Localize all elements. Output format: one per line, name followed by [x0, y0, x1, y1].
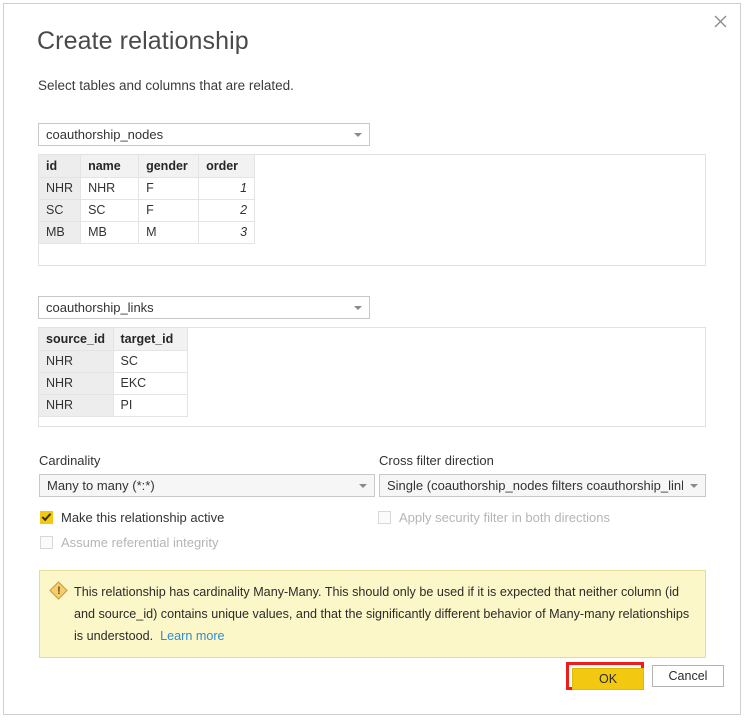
table-select-related[interactable]: coauthorship_links — [38, 296, 370, 319]
table-cell: 3 — [198, 221, 256, 244]
ok-button-highlight: OK — [566, 662, 644, 690]
table-cell: NHR — [39, 177, 82, 200]
column-header-target_id[interactable]: target_id — [113, 328, 188, 351]
close-icon[interactable] — [700, 4, 740, 38]
cardinality-value: Many to many (*:*) — [47, 478, 155, 493]
cross-filter-value: Single (coauthorship_nodes filters coaut… — [387, 478, 683, 493]
table-row: NHR SC — [39, 350, 188, 373]
table-row: MB MB M 3 — [39, 221, 256, 244]
chevron-down-icon — [347, 305, 369, 310]
table-cell: F — [138, 177, 200, 200]
column-header-source_id[interactable]: source_id — [39, 328, 114, 351]
warning-icon: ! — [49, 581, 68, 600]
warning-text-block: This relationship has cardinality Many-M… — [74, 581, 693, 647]
table-row: NHR PI — [39, 394, 188, 417]
table-cell: F — [138, 199, 200, 222]
chevron-down-icon — [347, 132, 369, 137]
dialog-subtitle: Select tables and columns that are relat… — [38, 78, 294, 93]
table-select-primary-value: coauthorship_nodes — [46, 127, 164, 142]
warning-bang: ! — [57, 584, 61, 597]
table-cell: NHR — [39, 350, 114, 373]
table-row: NHR EKC — [39, 372, 188, 395]
table-select-primary[interactable]: coauthorship_nodes — [38, 123, 370, 146]
checkbox-make-relationship-active[interactable]: Make this relationship active — [40, 510, 224, 525]
table-cell: M — [138, 221, 200, 244]
table-cell: MB — [80, 221, 140, 244]
table-row: SC SC F 2 — [39, 199, 256, 222]
cancel-button[interactable]: Cancel — [652, 665, 724, 687]
checkbox-label: Make this relationship active — [61, 510, 225, 525]
checkbox-label: Apply security filter in both directions — [399, 510, 610, 525]
table-row: NHR NHR F 1 — [39, 177, 256, 200]
checkbox-assume-referential-integrity: Assume referential integrity — [40, 535, 219, 550]
table-cell: MB — [39, 221, 82, 244]
column-header-order[interactable]: order — [198, 155, 256, 178]
table-cell: EKC — [113, 372, 188, 395]
table-header-row: id name gender order — [39, 155, 256, 178]
column-header-gender[interactable]: gender — [138, 155, 200, 178]
table-cell: NHR — [39, 372, 114, 395]
checkbox-apply-security-filter: Apply security filter in both directions — [378, 510, 610, 525]
column-header-id[interactable]: id — [39, 155, 82, 178]
preview-table: id name gender order NHR NHR F 1 SC SC F 2 MB MB M 3 — [39, 155, 256, 244]
cardinality-select[interactable]: Many to many (*:*) — [39, 474, 375, 497]
checkbox-label: Assume referential integrity — [61, 535, 219, 550]
learn-more-link[interactable]: Learn more — [160, 629, 224, 643]
checkbox-box — [378, 511, 391, 524]
ok-button[interactable]: OK — [572, 668, 644, 690]
preview-table: source_id target_id NHR SC NHR EKC NHR PI — [39, 328, 188, 417]
table-cell: 2 — [198, 199, 256, 222]
cardinality-label: Cardinality — [39, 453, 101, 468]
column-header-name[interactable]: name — [80, 155, 140, 178]
table-cell: SC — [80, 199, 140, 222]
table-cell: NHR — [39, 394, 114, 417]
warning-banner: ! This relationship has cardinality Many… — [39, 570, 706, 658]
table-cell: NHR — [80, 177, 140, 200]
chevron-down-icon — [683, 483, 705, 488]
table-cell: PI — [113, 394, 188, 417]
table-preview-primary: id name gender order NHR NHR F 1 SC SC F 2 MB MB M 3 — [38, 154, 706, 266]
close-glyph — [714, 15, 726, 27]
table-preview-related: source_id target_id NHR SC NHR EKC NHR PI — [38, 327, 706, 427]
page-title: Create relationship — [37, 27, 249, 55]
create-relationship-dialog: Create relationship Select tables and co… — [3, 3, 741, 715]
table-header-row: source_id target_id — [39, 328, 188, 351]
table-select-related-value: coauthorship_links — [46, 300, 154, 315]
table-cell: 1 — [198, 177, 256, 200]
table-cell: SC — [39, 199, 82, 222]
cross-filter-label: Cross filter direction — [379, 453, 494, 468]
chevron-down-icon — [352, 483, 374, 488]
cross-filter-select[interactable]: Single (coauthorship_nodes filters coaut… — [379, 474, 706, 497]
checkbox-box — [40, 536, 53, 549]
table-cell: SC — [113, 350, 188, 373]
checkbox-box[interactable] — [40, 511, 53, 524]
